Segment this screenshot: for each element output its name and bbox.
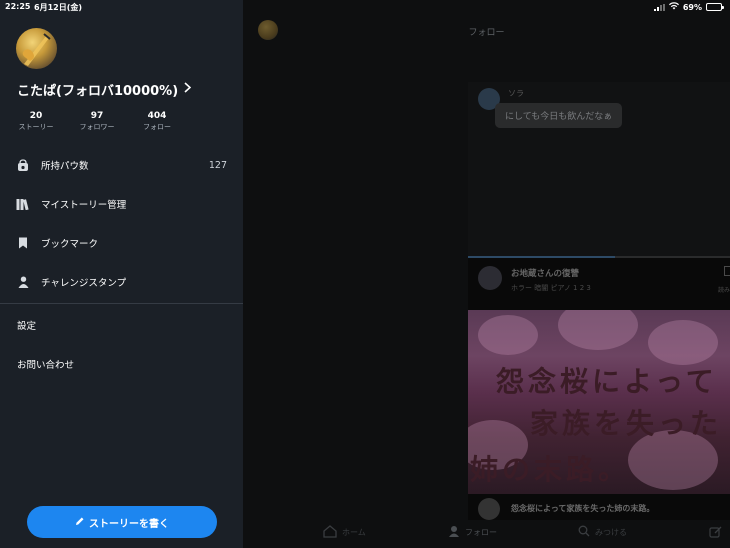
blossom-shape — [648, 320, 718, 365]
pencil-icon — [75, 516, 85, 529]
story-title: お地蔵さんの復讐 — [511, 269, 580, 279]
bookmark-icon[interactable] — [724, 266, 730, 276]
cellular-signal-icon — [653, 3, 665, 11]
menu-item-settings[interactable]: 設定 — [17, 318, 36, 332]
page-title: フォロー — [468, 28, 505, 38]
profile-name-link[interactable]: こたぱ(フォロバ10000%) — [17, 80, 192, 99]
story-card[interactable]: お地蔵さんの復讐 ホラー 暗闇 ピアノ 1 2 3 読み 怨念桜によって 家族を… — [468, 258, 730, 520]
tab-follow-label: フォロー — [465, 528, 497, 537]
menu-item-paw-count[interactable]: 所持パウ数 127 — [0, 146, 243, 184]
stat-value: 404 — [147, 111, 167, 121]
profile-stats: 20 ストーリー 97 フォロワー 404 フォロー — [0, 111, 243, 135]
cover-text-line-3: 姉の末路。 — [470, 453, 631, 486]
bottom-tab-bar: ホーム フォロー みつける — [243, 519, 730, 548]
blossom-shape — [558, 310, 638, 350]
wifi-icon — [668, 2, 679, 12]
write-story-button[interactable]: ストーリーを書く — [27, 506, 217, 538]
story-side-label: 読み — [717, 287, 730, 294]
menu-item-challenge-stamps[interactable]: チャレンジスタンプ — [0, 263, 243, 301]
story-cover-image[interactable]: 怨念桜によって 家族を失った 姉の末路。 — [468, 310, 730, 494]
chat-character-name: ソラ — [508, 89, 524, 98]
tab-discover[interactable]: みつける — [578, 525, 627, 539]
compose-icon — [709, 525, 723, 540]
battery-percent: 69% — [682, 2, 702, 12]
status-indicators: 69% — [653, 2, 724, 12]
chat-message: にしても今日も飲んだなぁ — [495, 103, 623, 128]
tab-home-label: ホーム — [342, 528, 366, 537]
stat-label: ストーリー — [18, 123, 54, 131]
write-story-label: ストーリーを書く — [89, 518, 169, 530]
menu-label: チャレンジスタンプ — [41, 278, 127, 289]
bookmark-icon — [16, 236, 30, 250]
person-icon — [16, 275, 30, 289]
battery-icon — [706, 3, 724, 11]
side-drawer: こたぱ(フォロバ10000%) 20 ストーリー 97 フォロワー 404 フォ… — [0, 0, 243, 548]
menu-item-bookmarks[interactable]: ブックマーク — [0, 224, 243, 262]
main-content: フォロー ソラ にしても今日も飲んだなぁ お地蔵さんの復讐 ホラー 暗闇 ピアノ… — [243, 0, 730, 548]
stat-following[interactable]: 404 フォロー — [127, 111, 187, 132]
stat-value: 97 — [90, 111, 104, 121]
menu-item-my-stories[interactable]: マイストーリー管理 — [0, 185, 243, 223]
status-bar: 22:25 6月12日(金) 69% — [0, 0, 730, 14]
search-icon — [578, 525, 590, 539]
cover-text-line-2: 家族を失った — [530, 407, 723, 440]
chat-story-card[interactable]: ソラ にしても今日も飲んだなぁ — [468, 82, 730, 257]
tab-follow[interactable]: フォロー — [448, 525, 497, 540]
story-tags: ホラー 暗闇 ピアノ 1 2 3 — [511, 284, 591, 292]
menu-label: マイストーリー管理 — [41, 200, 127, 211]
home-icon — [323, 525, 337, 540]
stat-stories[interactable]: 20 ストーリー — [6, 111, 66, 132]
paw-bag-icon — [16, 158, 30, 172]
menu-label: 所持パウ数 — [41, 161, 89, 172]
story-author-avatar — [478, 266, 502, 290]
stat-label: フォロー — [143, 123, 171, 131]
paw-count: 127 — [208, 159, 227, 171]
menu-divider — [0, 303, 243, 304]
status-date: 6月12日(金) — [34, 3, 83, 12]
cover-text-line-1: 怨念桜によって — [496, 365, 718, 398]
stat-value: 20 — [29, 111, 43, 121]
profile-avatar[interactable] — [16, 28, 57, 69]
bookshelf-icon — [16, 197, 30, 211]
tab-compose[interactable] — [709, 525, 723, 540]
story-caption-avatar — [478, 498, 500, 520]
stat-label: フォロワー — [79, 123, 115, 131]
blossom-shape — [478, 315, 538, 355]
status-time: 22:25 — [5, 2, 31, 11]
story-caption: 怨念桜によって家族を失った姉の末路。 — [511, 504, 655, 513]
menu-label: ブックマーク — [41, 239, 99, 250]
menu-item-contact[interactable]: お問い合わせ — [17, 357, 74, 371]
chevron-right-icon — [184, 82, 192, 97]
person-icon — [448, 525, 460, 540]
stat-followers[interactable]: 97 フォロワー — [67, 111, 127, 132]
tab-home[interactable]: ホーム — [323, 525, 366, 540]
tab-discover-label: みつける — [595, 527, 627, 537]
profile-name: こたぱ(フォロバ10000%) — [17, 84, 179, 99]
